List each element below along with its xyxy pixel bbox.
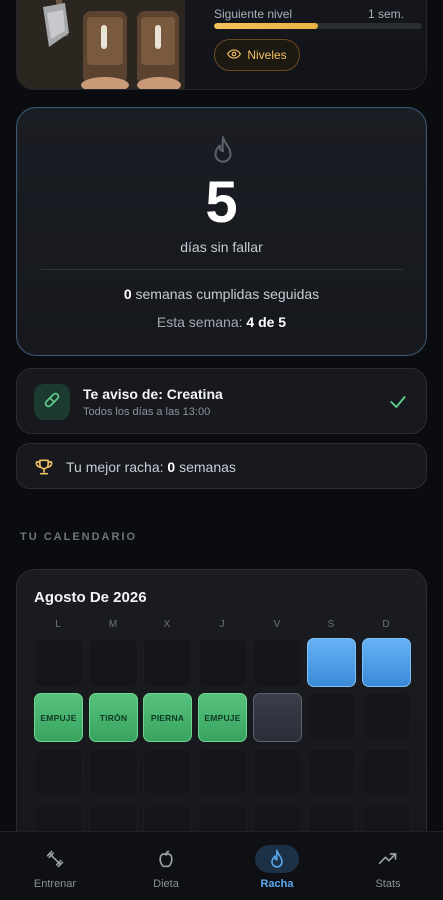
calendar-day [362, 748, 411, 797]
next-level-value: 1 sem. [367, 7, 404, 21]
streak-days-label: días sin fallar [180, 239, 263, 255]
levels-button-label: Niveles [247, 48, 287, 62]
calendar-day [34, 638, 83, 687]
workout-label: TIRÓN [99, 712, 128, 723]
this-week-label: Esta semana: [156, 314, 247, 330]
trend-up-icon [366, 845, 410, 873]
flame-icon [210, 135, 236, 167]
workout-label: EMPUJE [204, 712, 241, 723]
weekday-label: M [108, 619, 118, 630]
level-card: Siguiente nivel 1 sem. Niveles [16, 0, 427, 90]
calendar-day[interactable]: EMPUJE [34, 693, 83, 742]
level-progress-fill [214, 23, 318, 29]
next-level-label: Siguiente nivel [214, 7, 293, 21]
nav-label: Racha [260, 878, 294, 890]
weeks-streak-text: 0 semanas cumplidas seguidas [17, 286, 426, 302]
calendar-day[interactable]: PIERNA [143, 693, 192, 742]
calendar-day [362, 693, 411, 742]
trophy-icon [34, 457, 54, 482]
best-streak-card: Tu mejor racha: 0 semanas [16, 443, 427, 489]
best-streak-label: Tu mejor racha: [66, 459, 168, 475]
eye-icon [227, 47, 242, 64]
weekday-label: L [55, 619, 61, 630]
nav-label: Dieta [153, 878, 179, 890]
calendar-day[interactable]: TIRÓN [89, 693, 138, 742]
divider [41, 269, 403, 270]
streak-card: 5 días sin fallar 0 semanas cumplidas se… [16, 107, 427, 356]
reminder-card[interactable]: Te aviso de: Creatina Todos los días a l… [16, 368, 427, 434]
reminder-subtitle: Todos los días a las 13:00 [83, 406, 211, 418]
flame-icon [255, 845, 299, 873]
dumbbell-icon [33, 845, 77, 873]
level-progress-bar [214, 23, 422, 29]
calendar-day [89, 638, 138, 687]
calendar-day[interactable] [362, 638, 411, 687]
weekday-label: S [327, 619, 335, 630]
pill-icon-box [34, 384, 70, 420]
calendar-day[interactable]: EMPUJE [198, 693, 247, 742]
calendar-day [143, 748, 192, 797]
workout-label: EMPUJE [40, 712, 77, 723]
best-streak-suffix: semanas [175, 459, 236, 475]
calendar-section-title: TU CALENDARIO [20, 531, 138, 543]
weekday-label: V [273, 619, 281, 630]
calendar-day [198, 638, 247, 687]
calendar-day [307, 693, 356, 742]
streak-days-count: 5 [205, 170, 238, 235]
weeks-text: semanas cumplidas seguidas [131, 286, 320, 302]
bottom-nav: Entrenar Dieta Racha Stats [0, 831, 443, 900]
calendar-day [307, 748, 356, 797]
nav-label: Stats [375, 878, 401, 890]
weekday-label: X [163, 619, 171, 630]
calendar-day [143, 638, 192, 687]
calendar-day [198, 748, 247, 797]
calendar-month-title: Agosto De 2026 [34, 589, 147, 606]
pill-icon [42, 390, 62, 415]
nav-item-stats[interactable]: Stats [333, 832, 443, 900]
calendar-day [34, 748, 83, 797]
calendar-day-today[interactable] [253, 693, 302, 742]
best-streak-text: Tu mejor racha: 0 semanas [66, 459, 236, 475]
weeks-count: 0 [123, 286, 132, 302]
calendar-day [253, 748, 302, 797]
weekday-label: J [219, 619, 225, 630]
nav-label: Entrenar [33, 878, 77, 890]
workout-label: PIERNA [150, 712, 185, 723]
check-icon[interactable] [388, 392, 408, 417]
calendar-day[interactable] [307, 638, 356, 687]
levels-button[interactable]: Niveles [214, 39, 300, 71]
nav-item-dieta[interactable]: Dieta [111, 832, 221, 900]
nav-item-racha[interactable]: Racha [222, 832, 332, 900]
this-week-text: Esta semana: 4 de 5 [17, 314, 426, 330]
character-avatar [17, 0, 185, 89]
calendar-card: Agosto De 2026 L M X J V S D EMPUJE TIRÓN PIERNA E… [16, 569, 427, 859]
apple-icon [144, 845, 188, 873]
reminder-title: Te aviso de: Creatina [83, 386, 223, 402]
weekday-label: D [382, 619, 390, 630]
nav-item-entrenar[interactable]: Entrenar [0, 832, 110, 900]
this-week-value: 4 de 5 [246, 314, 287, 330]
calendar-day [253, 638, 302, 687]
calendar-day [89, 748, 138, 797]
